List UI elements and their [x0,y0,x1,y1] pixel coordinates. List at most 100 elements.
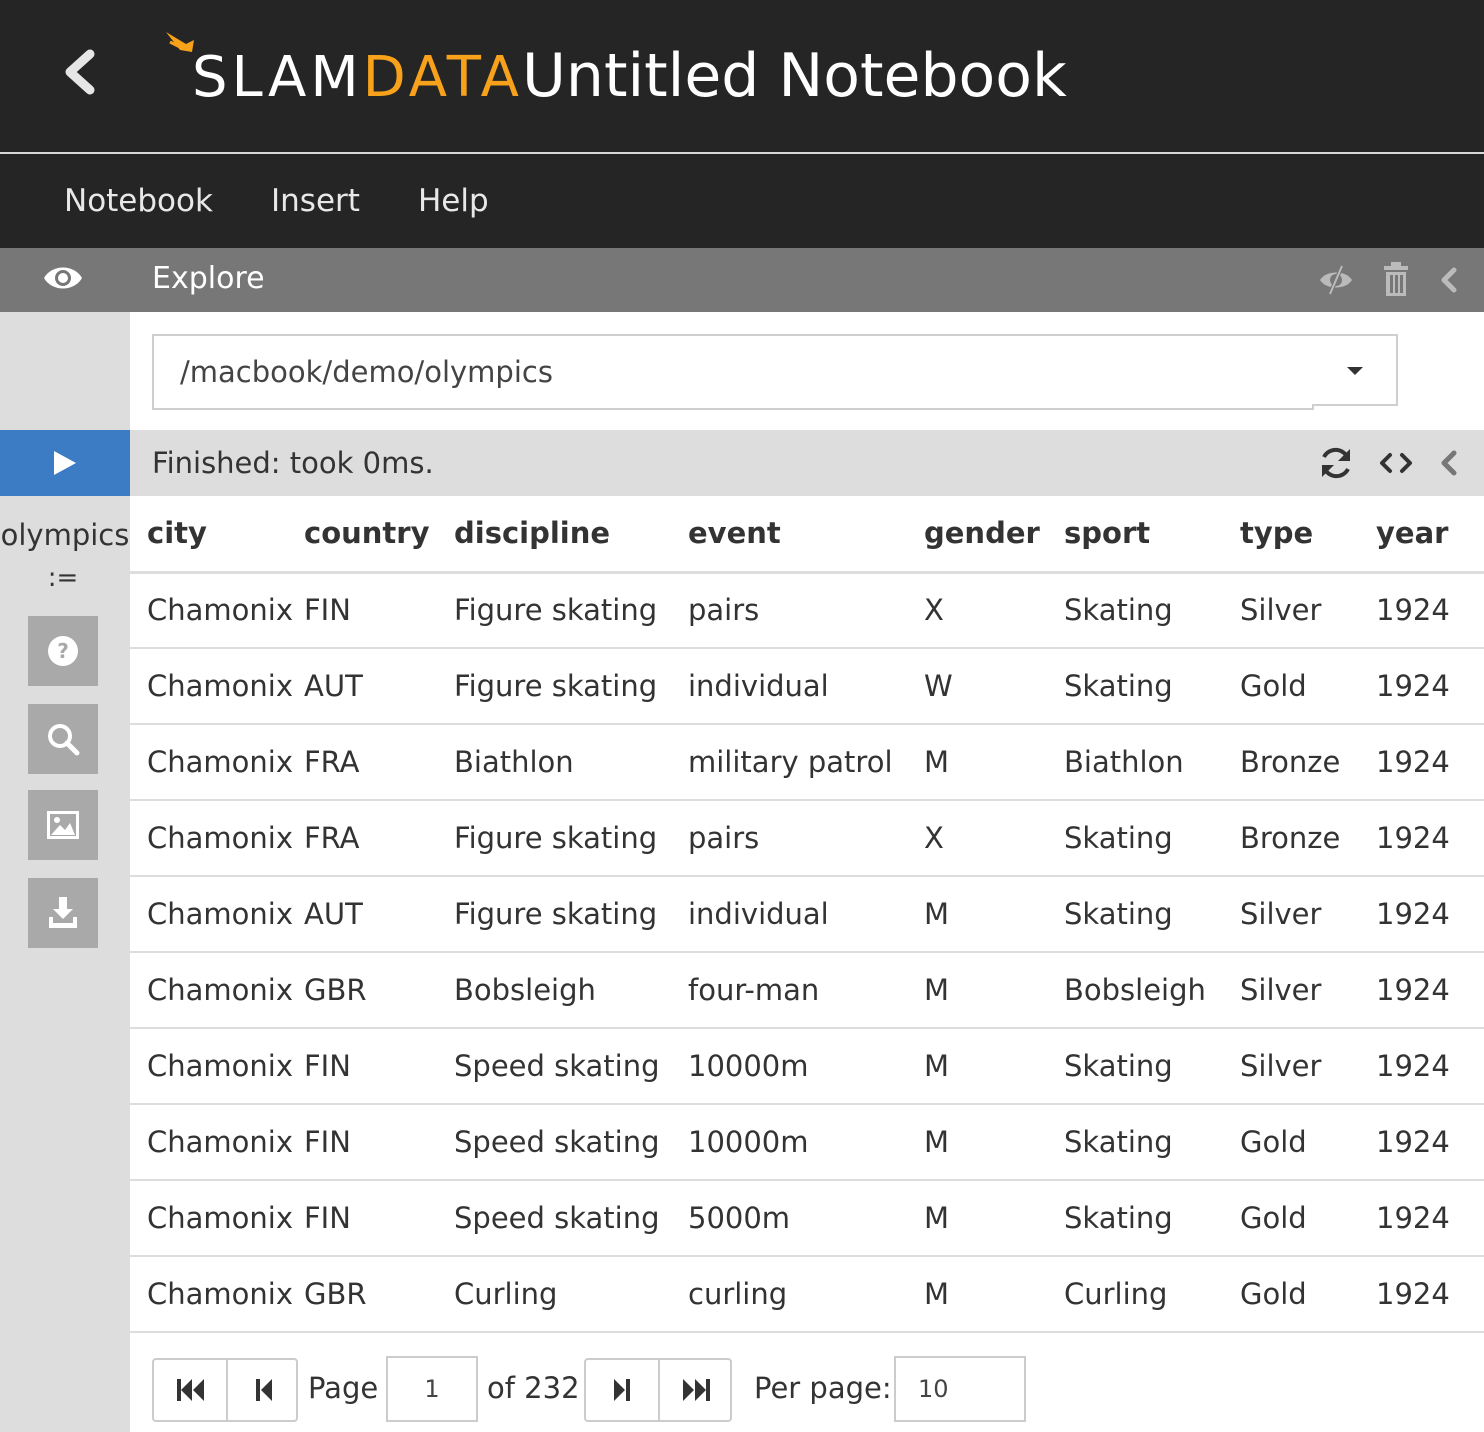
column-header[interactable]: city [130,496,304,574]
table-cell: Figure skating [454,800,688,877]
table-cell: Curling [454,1256,688,1333]
table-cell: Figure skating [454,572,688,649]
column-header[interactable]: gender [924,496,1064,574]
back-button[interactable] [56,40,112,104]
table-cell: 1924 [1376,724,1484,801]
delete-cell-button[interactable] [1376,260,1416,300]
table-cell: Bobsleigh [1064,952,1240,1029]
cell-title: Explore [152,261,265,296]
table-row: Chamonix FRA Biathlon military patrol M … [130,724,1484,801]
table-cell: AUT [304,648,454,725]
table-row: Chamonix FIN Speed skating 5000m M Skati… [130,1180,1484,1257]
column-header[interactable]: event [688,496,924,574]
table-cell: M [924,876,1064,953]
table-cell: Silver [1240,572,1376,649]
table-cell: Chamonix [130,724,304,801]
table-cell: 1924 [1376,1256,1484,1333]
table-row: Chamonix GBR Bobsleigh four-man M Bobsle… [130,952,1484,1029]
collapse-output-button[interactable] [1430,443,1470,483]
table-row: Chamonix AUT Figure skating individual W… [130,648,1484,725]
table-cell: military patrol [688,724,924,801]
menu-item-help[interactable]: Help [418,180,489,222]
table-cell: Figure skating [454,648,688,725]
table-cell: W [924,648,1064,725]
collapse-icon [1441,450,1457,476]
table-cell: Speed skating [454,1180,688,1257]
first-page-icon [177,1379,204,1401]
logo-text: SLAMDATA [192,45,523,110]
table-cell: M [924,1104,1064,1181]
table-cell: Bobsleigh [454,952,688,1029]
table-cell: Gold [1240,1180,1376,1257]
per-page-label: Per page: [754,1371,892,1405]
caret-down-icon [1347,367,1363,375]
notebook-title[interactable]: Untitled Notebook [522,38,1067,114]
image-button[interactable] [28,790,98,860]
table-cell: Skating [1064,1104,1240,1181]
menu-item-notebook[interactable]: Notebook [64,180,213,222]
column-header[interactable]: discipline [454,496,688,574]
table-cell: pairs [688,800,924,877]
results-table: city country discipline event gender spo… [130,496,1484,1333]
slamdata-logo[interactable]: SLAMDATA [164,30,519,120]
table-cell: Chamonix [130,952,304,1029]
pager-prev-group [152,1358,298,1422]
run-button[interactable] [0,430,130,496]
table-cell: 1924 [1376,572,1484,649]
refresh-button[interactable] [1316,443,1356,483]
prev-page-button[interactable] [228,1360,300,1420]
collapse-cell-button[interactable] [1430,260,1470,300]
table-cell: FRA [304,724,454,801]
table-cell: four-man [688,952,924,1029]
table-cell: 1924 [1376,800,1484,877]
table-cell: 1924 [1376,1028,1484,1105]
help-button[interactable]: ? [28,616,98,686]
table-cell: Chamonix [130,876,304,953]
table-cell: Gold [1240,648,1376,725]
hide-code-button[interactable] [1316,260,1356,300]
table-cell: 10000m [688,1104,924,1181]
column-header[interactable]: type [1240,496,1376,574]
table-cell: Chamonix [130,1180,304,1257]
first-page-button[interactable] [154,1360,226,1420]
prev-page-icon [256,1379,272,1401]
per-page-input[interactable] [894,1356,1026,1422]
table-cell: X [924,572,1064,649]
table-row: Chamonix FIN Speed skating 10000m M Skat… [130,1104,1484,1181]
column-header[interactable]: year [1376,496,1484,574]
table-cell: Chamonix [130,1028,304,1105]
table-row: Chamonix AUT Figure skating individual M… [130,876,1484,953]
table-cell: Chamonix [130,572,304,649]
search-button[interactable] [28,704,98,774]
table-cell: 5000m [688,1180,924,1257]
menu-item-insert[interactable]: Insert [271,180,360,222]
path-dropdown-button[interactable] [1312,334,1398,406]
help-icon: ? [48,636,78,666]
next-page-button[interactable] [586,1360,658,1420]
hide-code-icon [1320,265,1352,295]
table-cell: Gold [1240,1256,1376,1333]
table-cell: FIN [304,1104,454,1181]
last-page-button[interactable] [660,1360,732,1420]
play-icon [54,451,76,475]
last-page-icon [683,1379,710,1401]
page-number-input[interactable] [386,1356,478,1422]
table-cell: AUT [304,876,454,953]
table-cell: Curling [1064,1256,1240,1333]
table-cell: GBR [304,1256,454,1333]
table-cell: GBR [304,952,454,1029]
toggle-code-button[interactable] [1376,443,1416,483]
download-button[interactable] [28,878,98,948]
table-cell: Biathlon [1064,724,1240,801]
status-text: Finished: took 0ms. [152,446,434,480]
table-cell: Biathlon [454,724,688,801]
table-cell: M [924,1256,1064,1333]
table-cell: Skating [1064,648,1240,725]
table-cell: 1924 [1376,952,1484,1029]
column-header[interactable]: sport [1064,496,1240,574]
column-header[interactable]: country [304,496,454,574]
table-cell: M [924,952,1064,1029]
search-icon [48,724,80,756]
table-cell: 1924 [1376,1104,1484,1181]
path-input[interactable] [152,334,1314,410]
